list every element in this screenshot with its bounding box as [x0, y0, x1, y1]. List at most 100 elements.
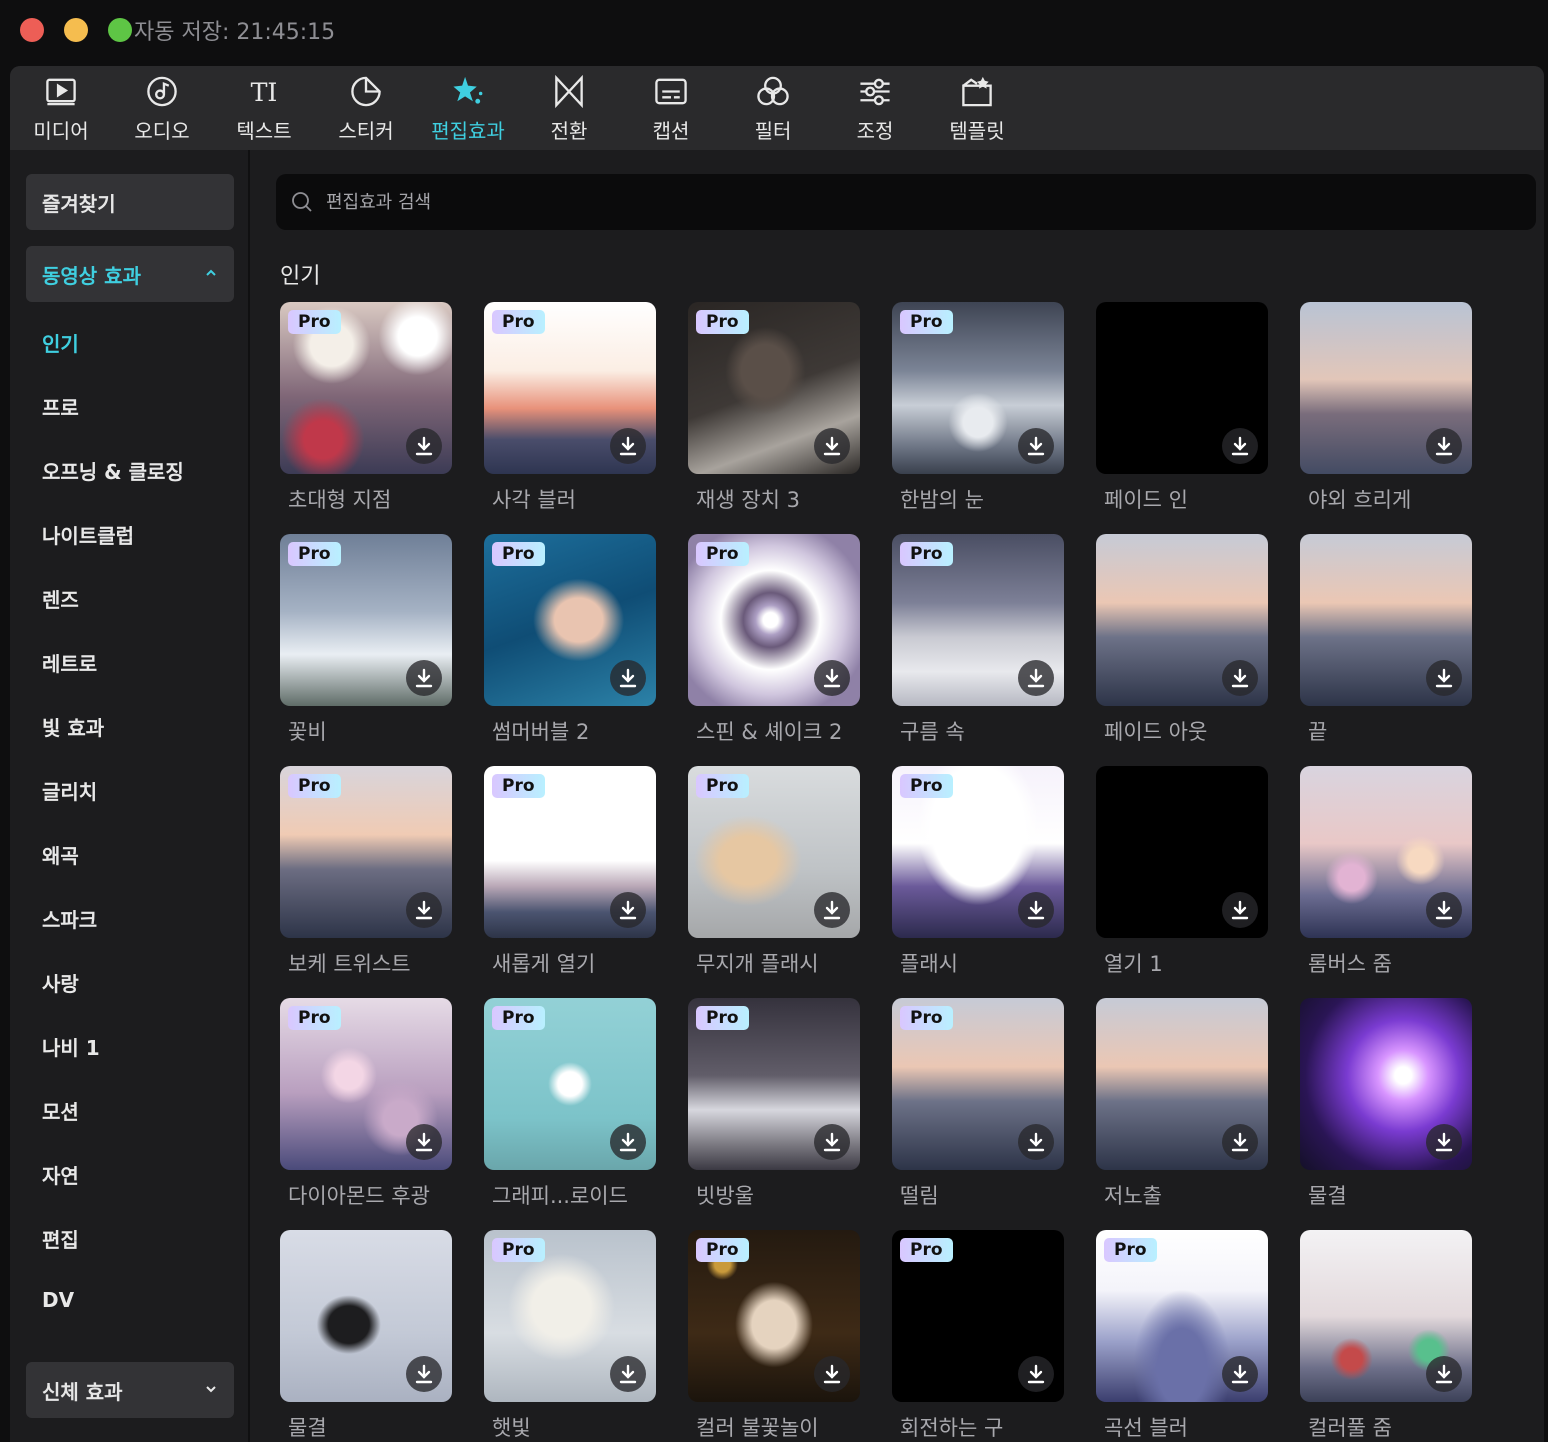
effect-card[interactable]: 야외 흐리게 — [1300, 302, 1472, 514]
effect-card[interactable]: 저노출 — [1096, 998, 1268, 1210]
effect-thumbnail[interactable] — [1300, 998, 1472, 1170]
effect-thumbnail[interactable] — [1300, 1230, 1472, 1402]
download-button[interactable] — [610, 428, 646, 464]
effect-thumbnail[interactable]: Pro — [688, 1230, 860, 1402]
sidebar-item-pro[interactable]: 프로 — [42, 392, 79, 421]
effect-card[interactable]: Pro 다이아몬드 후광 — [280, 998, 452, 1210]
effect-card[interactable]: Pro 그래피...로이드 — [484, 998, 656, 1210]
download-button[interactable] — [1018, 660, 1054, 696]
sidebar-item-edit[interactable]: 편집 — [42, 1224, 79, 1253]
sidebar-item-popular[interactable]: 인기 — [42, 328, 79, 357]
download-button[interactable] — [814, 892, 850, 928]
effect-card[interactable]: 끝 — [1300, 534, 1472, 746]
effect-card[interactable]: 페이드 인 — [1096, 302, 1268, 514]
download-button[interactable] — [610, 892, 646, 928]
download-button[interactable] — [1222, 1356, 1258, 1392]
effect-thumbnail[interactable]: Pro — [280, 998, 452, 1170]
tab-template[interactable]: 템플릿 — [932, 74, 1022, 144]
sidebar-item-spark[interactable]: 스파크 — [42, 904, 97, 933]
effect-thumbnail[interactable] — [1096, 766, 1268, 938]
download-button[interactable] — [1426, 892, 1462, 928]
download-button[interactable] — [610, 1356, 646, 1392]
effect-card[interactable]: Pro 스핀 & 셰이크 2 — [688, 534, 860, 746]
effect-thumbnail[interactable] — [1096, 534, 1268, 706]
effect-thumbnail[interactable] — [280, 1230, 452, 1402]
effect-thumbnail[interactable]: Pro — [688, 302, 860, 474]
effect-thumbnail[interactable]: Pro — [280, 766, 452, 938]
download-button[interactable] — [814, 1124, 850, 1160]
effect-thumbnail[interactable]: Pro — [688, 534, 860, 706]
effect-card[interactable]: Pro 썸머버블 2 — [484, 534, 656, 746]
search-input[interactable] — [326, 191, 1426, 213]
sidebar-item-glitch[interactable]: 글리치 — [42, 776, 97, 805]
sidebar-item-nightclub[interactable]: 나이트클럽 — [42, 520, 134, 549]
download-button[interactable] — [814, 428, 850, 464]
download-button[interactable] — [1222, 428, 1258, 464]
sidebar-item-nature[interactable]: 자연 — [42, 1160, 79, 1189]
effect-thumbnail[interactable]: Pro — [892, 302, 1064, 474]
effect-thumbnail[interactable]: Pro — [892, 534, 1064, 706]
effect-card[interactable]: Pro 사각 블러 — [484, 302, 656, 514]
sidebar-item-lens[interactable]: 렌즈 — [42, 584, 79, 613]
sidebar-item-retro[interactable]: 레트로 — [42, 648, 97, 677]
effect-thumbnail[interactable]: Pro — [484, 998, 656, 1170]
effect-card[interactable]: Pro 꽃비 — [280, 534, 452, 746]
tab-adjust[interactable]: 조정 — [830, 74, 920, 144]
tab-effects[interactable]: 편집효과 — [423, 74, 513, 144]
effect-card[interactable]: Pro 보케 트위스트 — [280, 766, 452, 978]
sidebar-item-love[interactable]: 사랑 — [42, 968, 79, 997]
download-button[interactable] — [1018, 1356, 1054, 1392]
effect-thumbnail[interactable]: Pro — [892, 998, 1064, 1170]
effect-thumbnail[interactable]: Pro — [484, 534, 656, 706]
effect-card[interactable]: Pro 햇빛 — [484, 1230, 656, 1442]
sidebar-item-distortion[interactable]: 왜곡 — [42, 840, 79, 869]
download-button[interactable] — [1018, 1124, 1054, 1160]
zoom-window-button[interactable] — [108, 18, 132, 42]
effect-card[interactable]: 열기 1 — [1096, 766, 1268, 978]
effect-card[interactable]: 롬버스 줌 — [1300, 766, 1472, 978]
download-button[interactable] — [1018, 892, 1054, 928]
download-button[interactable] — [610, 660, 646, 696]
sidebar-item-motion[interactable]: 모션 — [42, 1096, 79, 1125]
effect-thumbnail[interactable]: Pro — [892, 766, 1064, 938]
effect-thumbnail[interactable]: Pro — [280, 534, 452, 706]
effect-card[interactable]: 페이드 아웃 — [1096, 534, 1268, 746]
effect-thumbnail[interactable] — [1300, 766, 1472, 938]
sidebar-video-effects[interactable]: 동영상 효과 — [26, 246, 234, 302]
sidebar-item-light[interactable]: 빛 효과 — [42, 712, 104, 741]
effect-card[interactable]: Pro 곡선 블러 — [1096, 1230, 1268, 1442]
effect-thumbnail[interactable]: Pro — [892, 1230, 1064, 1402]
tab-sticker[interactable]: 스티커 — [321, 74, 411, 144]
download-button[interactable] — [406, 1124, 442, 1160]
effect-card[interactable]: 물결 — [280, 1230, 452, 1442]
tab-caption[interactable]: 캡션 — [626, 74, 716, 144]
minimize-window-button[interactable] — [64, 18, 88, 42]
download-button[interactable] — [406, 660, 442, 696]
effect-thumbnail[interactable]: Pro — [688, 998, 860, 1170]
tab-transition[interactable]: 전환 — [524, 74, 614, 144]
effect-card[interactable]: Pro 떨림 — [892, 998, 1064, 1210]
effect-card[interactable]: Pro 재생 장치 3 — [688, 302, 860, 514]
effect-card[interactable]: Pro 한밤의 눈 — [892, 302, 1064, 514]
effect-card[interactable]: Pro 빗방울 — [688, 998, 860, 1210]
effect-thumbnail[interactable] — [1096, 302, 1268, 474]
tab-text[interactable]: TI 텍스트 — [219, 74, 309, 144]
effect-thumbnail[interactable]: Pro — [484, 302, 656, 474]
effect-card[interactable]: Pro 무지개 플래시 — [688, 766, 860, 978]
sidebar-item-opening-closing[interactable]: 오프닝 & 클로징 — [42, 456, 184, 485]
download-button[interactable] — [1426, 660, 1462, 696]
effect-card[interactable]: 컬러풀 줌 — [1300, 1230, 1472, 1442]
effect-card[interactable]: Pro 초대형 지점 — [280, 302, 452, 514]
download-button[interactable] — [406, 1356, 442, 1392]
download-button[interactable] — [1222, 892, 1258, 928]
effect-card[interactable]: 물결 — [1300, 998, 1472, 1210]
effect-thumbnail[interactable] — [1096, 998, 1268, 1170]
download-button[interactable] — [1222, 1124, 1258, 1160]
sidebar-item-butterfly[interactable]: 나비 1 — [42, 1032, 100, 1061]
sidebar-body-effects[interactable]: 신체 효과 — [26, 1362, 234, 1418]
download-button[interactable] — [406, 892, 442, 928]
tab-filter[interactable]: 필터 — [728, 74, 818, 144]
sidebar-item-dv[interactable]: DV — [42, 1288, 74, 1312]
download-button[interactable] — [814, 1356, 850, 1392]
effect-card[interactable]: Pro 컬러 불꽃놀이 — [688, 1230, 860, 1442]
